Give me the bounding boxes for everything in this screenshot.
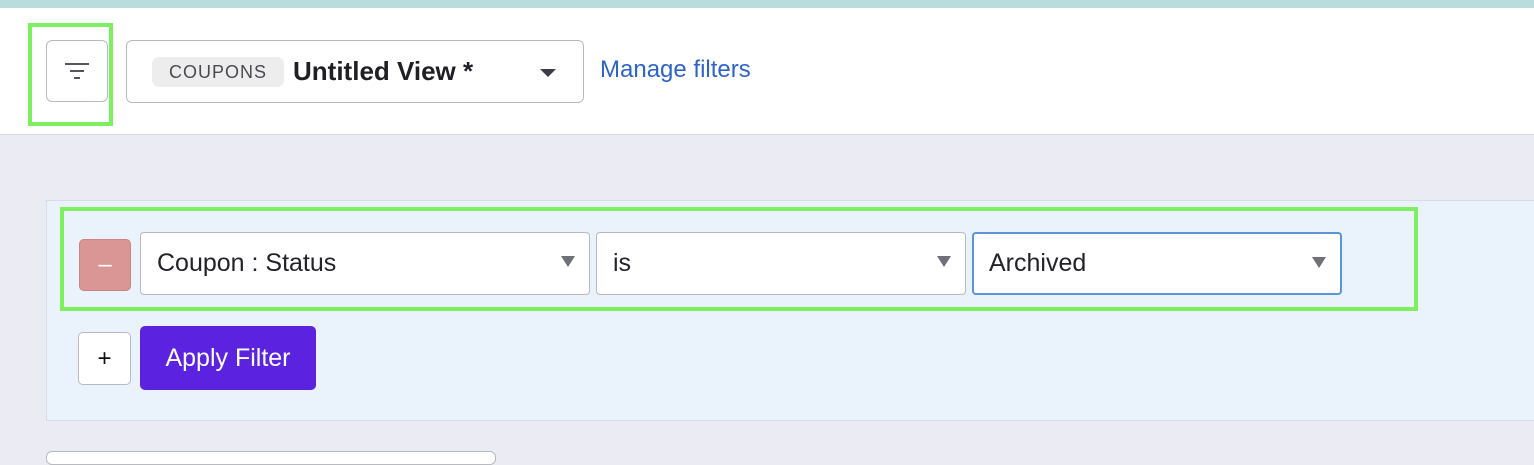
view-type-badge: COUPONS (152, 56, 285, 87)
manage-filters-link[interactable]: Manage filters (600, 56, 751, 84)
filter-operator-select[interactable]: is (596, 232, 966, 295)
remove-filter-button[interactable]: – (79, 239, 131, 291)
partial-input-field[interactable] (46, 451, 496, 465)
filter-lines-icon (65, 63, 89, 79)
filter-field-value: Coupon : Status (157, 249, 337, 277)
add-filter-button[interactable]: + (78, 332, 131, 385)
filter-operator-value: is (613, 249, 632, 277)
apply-filter-button[interactable]: Apply Filter (140, 326, 316, 390)
dropdown-arrow-icon (937, 256, 951, 267)
filter-field-select[interactable]: Coupon : Status (140, 232, 590, 295)
view-name: Untitled View * (293, 56, 474, 86)
dropdown-arrow-icon (561, 256, 575, 267)
filter-value-select[interactable]: Archived (972, 232, 1342, 295)
chevron-down-icon (540, 69, 556, 77)
dropdown-arrow-icon (1312, 257, 1326, 268)
filter-toggle-button[interactable] (46, 40, 108, 102)
view-select[interactable]: COUPONS Untitled View * (126, 40, 584, 103)
filter-value-value: Archived (989, 249, 1087, 277)
